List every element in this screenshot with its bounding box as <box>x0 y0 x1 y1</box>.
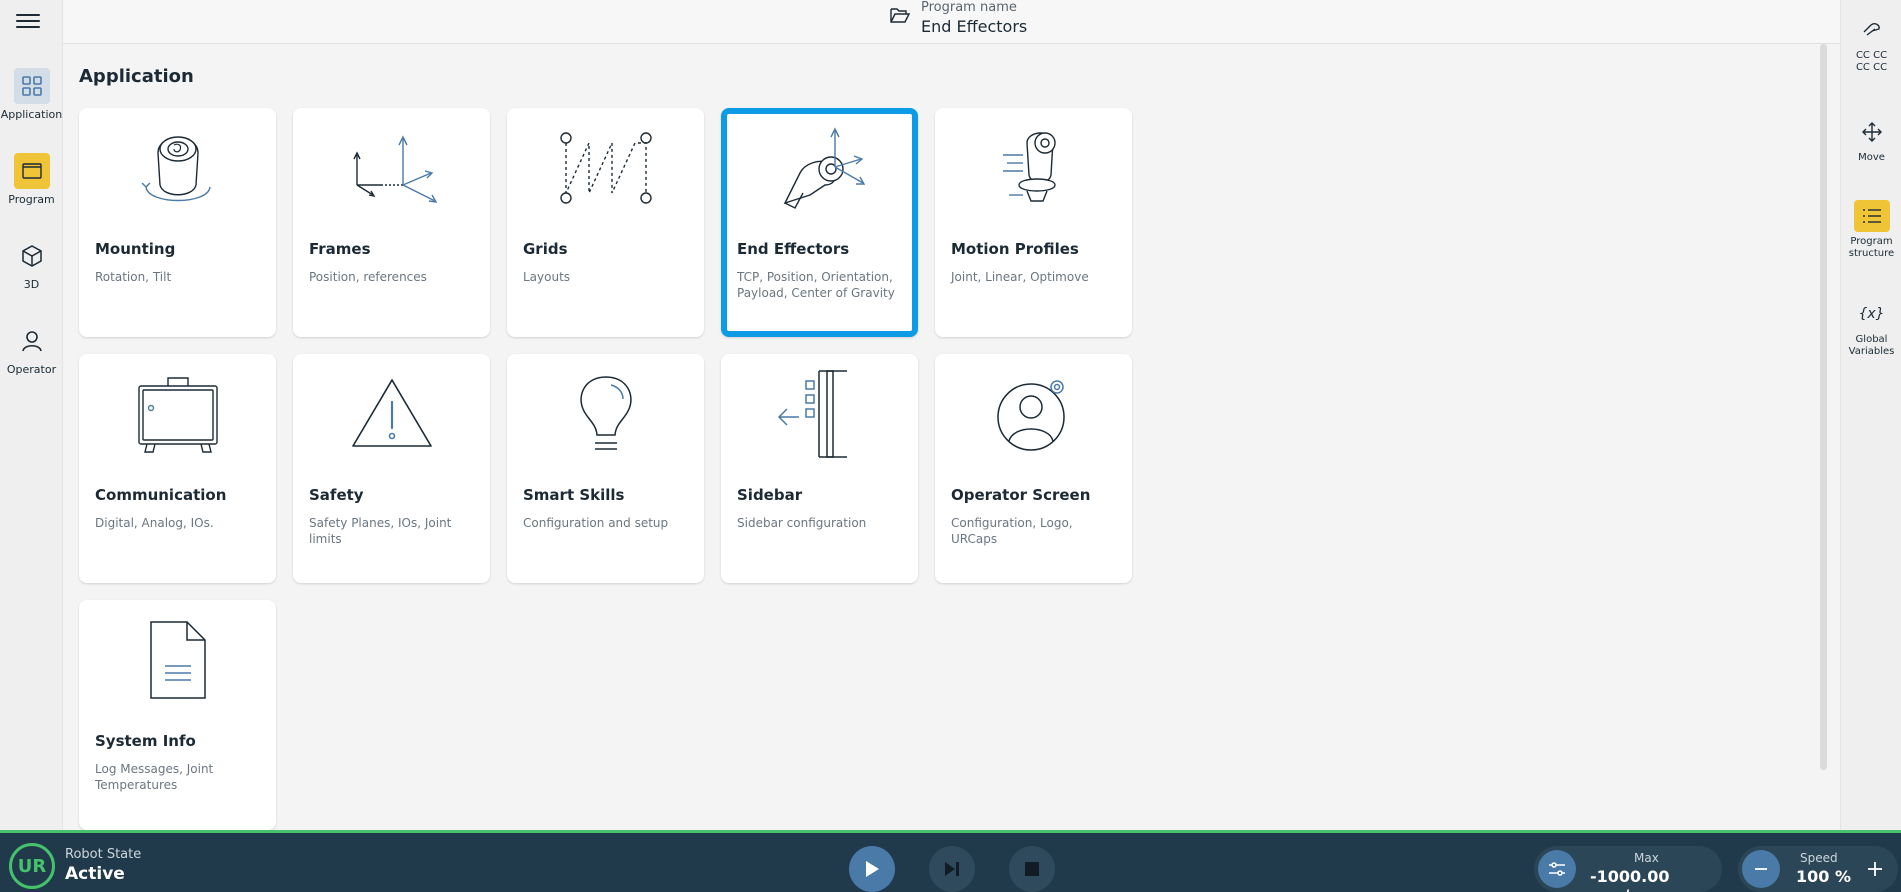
minus-icon <box>1755 868 1767 870</box>
step-icon <box>945 862 959 876</box>
cube-icon <box>14 238 50 274</box>
variable-icon: {x} <box>1858 306 1885 322</box>
card-communication[interactable]: Communication Digital, Analog, IOs. <box>79 354 276 583</box>
card-subtitle: Safety Planes, IOs, Joint limits <box>309 516 452 546</box>
lightbulb-icon <box>507 368 704 460</box>
card-sidebar[interactable]: Sidebar Sidebar configuration <box>721 354 918 583</box>
card-subtitle: Position, references <box>309 270 427 284</box>
motion-icon <box>935 122 1132 214</box>
card-title: Frames <box>309 240 371 258</box>
document-icon <box>79 614 276 706</box>
card-title: Communication <box>95 486 227 504</box>
card-title: Sidebar <box>737 486 803 504</box>
play-icon <box>866 861 879 877</box>
card-title: Safety <box>309 486 364 504</box>
plus-icon <box>1868 862 1882 876</box>
speed-label: Speed <box>1800 851 1838 865</box>
card-subtitle: Configuration, Logo, URCaps <box>951 516 1073 546</box>
nav-item-application[interactable]: Application <box>0 68 63 121</box>
control-box-icon <box>79 368 276 460</box>
card-grids[interactable]: Grids Layouts <box>507 108 704 337</box>
grid-icon <box>13 68 50 104</box>
play-button[interactable] <box>849 846 895 892</box>
speed-value: 100 % <box>1796 867 1851 886</box>
sliders-icon[interactable] <box>1538 850 1576 888</box>
card-title: Grids <box>523 240 568 258</box>
card-subtitle: Log Messages, Joint Temperatures <box>95 762 214 792</box>
card-title: Operator Screen <box>951 486 1091 504</box>
card-title: Smart Skills <box>523 486 625 504</box>
frames-icon <box>293 122 490 214</box>
robot-state-label: Robot State <box>65 847 142 862</box>
operator-settings-icon <box>935 368 1132 460</box>
card-subtitle: Digital, Analog, IOs. <box>95 516 214 530</box>
move-icon <box>1854 116 1890 148</box>
nav-item-label: 3D <box>23 278 40 291</box>
card-subtitle: Joint, Linear, Optimove <box>951 270 1089 284</box>
warning-icon <box>293 368 490 460</box>
stop-button[interactable] <box>1009 846 1055 892</box>
card-mounting[interactable]: Mounting Rotation, Tilt <box>79 108 276 337</box>
right-nav: CC CC CC CC Move Program structure {x} G… <box>1840 0 1901 830</box>
ur-logo: UR <box>9 843 55 889</box>
speed-control: Speed 100 % <box>1738 846 1898 892</box>
rnav-item-gripper[interactable]: CC CC CC CC <box>1841 14 1901 74</box>
card-frames[interactable]: Frames Position, references <box>293 108 490 337</box>
bottom-bar: UR Robot State Active Max -1000.00 mm/s … <box>0 830 1901 892</box>
card-subtitle: Configuration and setup <box>523 516 669 530</box>
rnav-item-program-structure[interactable]: Program structure <box>1841 200 1901 260</box>
card-subtitle: Sidebar configuration <box>737 516 867 530</box>
nav-item-label: Application <box>0 108 63 121</box>
nav-item-label: Program <box>8 193 55 206</box>
nav-item-program[interactable]: Program <box>0 153 63 206</box>
robot-base-icon <box>79 122 276 214</box>
stop-icon <box>1025 862 1039 876</box>
left-nav: Application Program 3D Operator <box>0 0 63 830</box>
increase-speed-button[interactable] <box>1856 850 1894 888</box>
card-system-info[interactable]: System Info Log Messages, Joint Temperat… <box>79 600 276 830</box>
rnav-item-global-variables[interactable]: {x} Global Variables <box>1841 298 1901 358</box>
card-end-effectors[interactable]: End Effectors TCP, Position, Orientation… <box>721 108 918 337</box>
program-name[interactable]: End Effectors <box>921 17 1027 36</box>
sidebar-icon <box>721 368 918 460</box>
program-name-label: Program name <box>921 0 1017 15</box>
card-subtitle: Rotation, Tilt <box>95 270 172 284</box>
card-title: System Info <box>95 732 196 750</box>
card-subtitle: Layouts <box>523 270 571 284</box>
gripper-icon <box>1854 14 1890 46</box>
rnav-item-move[interactable]: Move <box>1841 116 1901 164</box>
nav-item-3d[interactable]: 3D <box>0 238 63 291</box>
robot-tool-icon <box>727 122 912 214</box>
nav-item-operator[interactable]: Operator <box>0 323 63 376</box>
rnav-item-label: CC CC CC CC <box>1855 50 1888 73</box>
robot-state-value[interactable]: Active <box>65 864 125 884</box>
menu-icon[interactable] <box>16 10 40 34</box>
card-safety[interactable]: Safety Safety Planes, IOs, Joint limits <box>293 354 490 583</box>
decrease-speed-button[interactable] <box>1742 850 1780 888</box>
card-title: End Effectors <box>737 240 850 258</box>
rnav-item-label: Global Variables <box>1848 334 1895 357</box>
card-operator-screen[interactable]: Operator Screen Configuration, Logo, URC… <box>935 354 1132 583</box>
max-value: -1000.00 mm/s <box>1590 867 1670 892</box>
scrollbar[interactable] <box>1820 44 1827 770</box>
rnav-item-label: Move <box>1858 152 1885 163</box>
card-title: Motion Profiles <box>951 240 1079 258</box>
user-icon <box>14 323 50 359</box>
step-button[interactable] <box>929 846 975 892</box>
grid-pattern-icon <box>507 122 704 214</box>
card-title: Mounting <box>95 240 176 258</box>
card-motion-profiles[interactable]: Motion Profiles Joint, Linear, Optimove <box>935 108 1132 337</box>
list-icon <box>1853 200 1890 232</box>
max-label: Max <box>1634 851 1659 865</box>
max-speed-control[interactable]: Max -1000.00 mm/s <box>1534 846 1722 892</box>
main-content: Application Mounting Rotation, Tilt Fram… <box>63 44 1840 830</box>
top-bar: Program name End Effectors <box>63 0 1840 44</box>
program-icon <box>13 153 50 189</box>
rnav-item-label: Program structure <box>1848 236 1895 259</box>
card-smart-skills[interactable]: Smart Skills Configuration and setup <box>507 354 704 583</box>
page-title: Application <box>79 66 194 87</box>
card-subtitle: TCP, Position, Orientation, Payload, Cen… <box>737 270 895 300</box>
nav-item-label: Operator <box>6 363 57 376</box>
folder-icon[interactable] <box>890 6 911 28</box>
